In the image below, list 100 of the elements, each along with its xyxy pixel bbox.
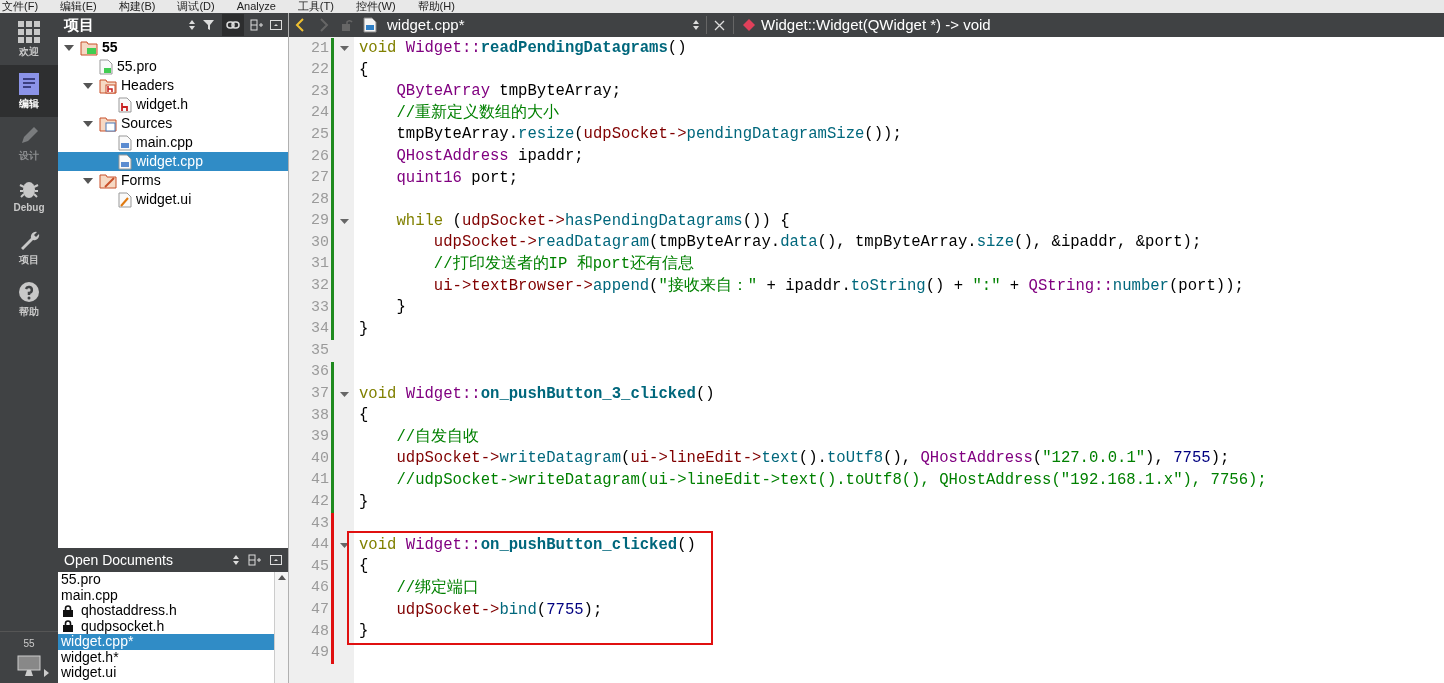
- line-number: 37: [310, 384, 330, 405]
- tree-item[interactable]: 55.pro: [58, 57, 288, 76]
- project-file-icon: [99, 58, 113, 75]
- line-number: 46: [310, 578, 330, 599]
- tree-item[interactable]: widget.h: [58, 95, 288, 114]
- code-line: }: [395, 297, 406, 319]
- document-item[interactable]: qudpsocket.h: [58, 618, 274, 634]
- mode-button[interactable]: 帮助: [0, 273, 58, 325]
- document-icon: [19, 72, 39, 95]
- menu-item[interactable]: 编辑(E): [60, 0, 97, 13]
- code-line: void Widget::on_pushButton_3_clicked(): [359, 383, 715, 405]
- tree-item[interactable]: 55: [58, 38, 288, 57]
- close-pane-icon[interactable]: [270, 555, 282, 565]
- folder-icon: [99, 172, 117, 189]
- lock-icon: [63, 620, 73, 633]
- mode-button[interactable]: 编辑: [0, 65, 58, 117]
- line-number: 30: [310, 232, 330, 253]
- code-comment: //打印发送者的IP 和port还有信息: [432, 254, 695, 276]
- back-icon[interactable]: [295, 18, 305, 32]
- line-number: 24: [310, 103, 330, 124]
- code-line: void Widget::readPendingDatagrams(): [359, 38, 687, 60]
- menu-item[interactable]: Analyze: [236, 0, 276, 13]
- line-number: 45: [310, 556, 330, 577]
- code-comment: //自发自收: [395, 426, 480, 448]
- expanded-arrow-icon[interactable]: [83, 177, 95, 184]
- line-number: 48: [310, 621, 330, 642]
- document-item[interactable]: qhostaddress.h: [58, 603, 274, 619]
- project-folder-icon: [80, 39, 98, 56]
- sort-icon[interactable]: [692, 19, 700, 31]
- fold-arrow-icon[interactable]: [340, 46, 349, 52]
- expanded-arrow-icon[interactable]: [64, 44, 76, 51]
- code-line: void Widget::on_pushButton_clicked(): [359, 534, 696, 556]
- expanded-arrow-icon[interactable]: [83, 120, 95, 127]
- cpp-file-icon: [118, 153, 132, 170]
- file-name[interactable]: widget.cpp*: [387, 13, 692, 37]
- document-item[interactable]: widget.cpp*: [58, 634, 274, 650]
- line-number: 44: [310, 535, 330, 556]
- code-line: QHostAddress ipaddr;: [395, 146, 584, 168]
- line-number: 22: [310, 60, 330, 81]
- line-number: 23: [310, 81, 330, 102]
- line-number: 42: [310, 492, 330, 512]
- expand-arrow-icon[interactable]: [44, 669, 49, 677]
- scrollbar[interactable]: [274, 572, 288, 683]
- document-item[interactable]: widget.ui: [58, 665, 274, 681]
- code-line: }: [359, 491, 369, 513]
- fold-arrow-icon[interactable]: [340, 542, 349, 548]
- code-line: udpSocket->bind(7755);: [395, 599, 603, 621]
- line-number: 47: [310, 600, 330, 620]
- panel-title: 项目: [64, 14, 95, 35]
- mode-button[interactable]: 欢迎: [0, 13, 58, 65]
- line-number: 25: [310, 124, 330, 145]
- tree-item[interactable]: Forms: [58, 171, 288, 190]
- menu-item[interactable]: 构建(B): [118, 0, 156, 13]
- cpp-file-icon: [118, 134, 132, 151]
- menu-item[interactable]: 文件(F): [2, 0, 39, 13]
- fold-arrow-icon[interactable]: [340, 391, 349, 397]
- form-file-icon: [118, 191, 132, 208]
- tree-item[interactable]: Headers: [58, 76, 288, 95]
- tree-item[interactable]: widget.cpp: [58, 152, 288, 171]
- code-line: {: [359, 405, 369, 427]
- expanded-arrow-icon[interactable]: [83, 82, 95, 89]
- line-number: 28: [310, 189, 330, 210]
- split-icon[interactable]: [250, 19, 264, 31]
- menu-item[interactable]: 帮助(H): [417, 0, 455, 13]
- line-number: 29: [310, 211, 330, 232]
- line-number: 34: [310, 319, 330, 340]
- symbol-selector[interactable]: Widget::Widget(QWidget *) -> void: [761, 13, 991, 37]
- folder-icon: [99, 77, 117, 94]
- code-comment: //重新定义数组的大小: [395, 102, 560, 124]
- tree-item[interactable]: Sources: [58, 114, 288, 133]
- fold-arrow-icon[interactable]: [340, 219, 349, 225]
- mode-button[interactable]: Debug: [0, 169, 58, 221]
- tree-item[interactable]: widget.ui: [58, 190, 288, 209]
- tree-item[interactable]: main.cpp: [58, 133, 288, 152]
- sort-icon[interactable]: [188, 19, 196, 31]
- close-icon[interactable]: [714, 19, 725, 31]
- link-icon[interactable]: [222, 14, 244, 36]
- header-file-icon: [118, 96, 132, 113]
- mode-button[interactable]: 项目: [0, 221, 58, 273]
- split-icon[interactable]: [248, 554, 262, 566]
- scroll-up-icon[interactable]: [277, 575, 286, 580]
- menu-item[interactable]: 工具(T): [297, 0, 334, 13]
- code-line: {: [359, 59, 369, 81]
- line-number: 41: [310, 470, 330, 491]
- code-line: QByteArray tmpByteArray;: [395, 81, 622, 103]
- line-number: 39: [310, 427, 330, 448]
- line-number: 36: [310, 362, 330, 383]
- sort-icon[interactable]: [232, 554, 240, 566]
- filter-icon[interactable]: [202, 19, 216, 31]
- menu-item[interactable]: 调试(D): [177, 0, 215, 13]
- monitor-icon[interactable]: [17, 655, 41, 677]
- close-pane-icon[interactable]: [270, 20, 282, 30]
- document-item[interactable]: widget.h*: [58, 649, 274, 665]
- line-number: 33: [310, 297, 330, 318]
- menu-item[interactable]: 控件(W): [355, 0, 396, 13]
- document-item[interactable]: main.cpp: [58, 587, 274, 603]
- lock-icon: [63, 604, 73, 617]
- code-line: while (udpSocket->hasPendingDatagrams()) {: [395, 210, 790, 232]
- document-item[interactable]: 55.pro: [58, 572, 274, 588]
- line-number: 43: [310, 513, 330, 534]
